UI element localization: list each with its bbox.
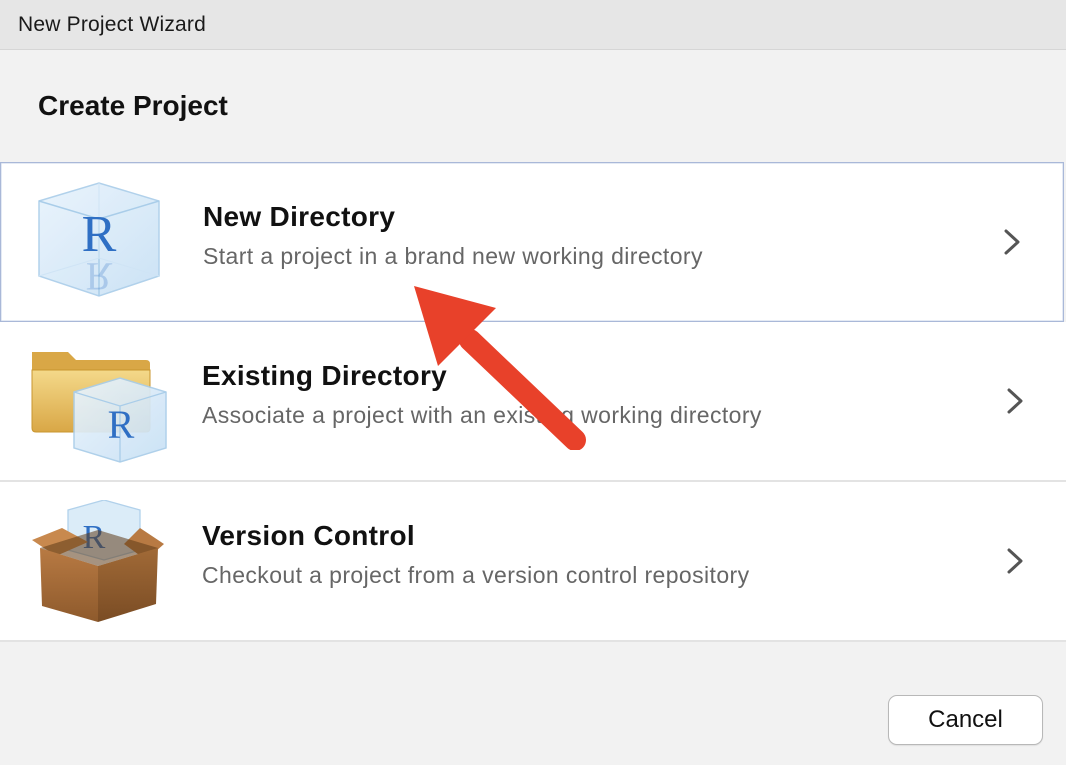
svg-text:R: R [86,254,113,299]
window-title: New Project Wizard [18,13,206,36]
option-existing-directory[interactable]: R Existing Directory Associate a project… [0,322,1066,482]
option-description: Checkout a project from a version contro… [202,562,750,588]
option-title: Existing Directory [202,360,448,391]
title-bar[interactable]: New Project Wizard [0,0,1066,50]
svg-text:R: R [108,402,135,447]
cancel-button[interactable]: Cancel [888,695,1043,745]
option-title: New Directory [203,201,396,232]
chevron-right-icon [1007,548,1023,574]
folder-r-cube-icon: R [31,352,167,463]
option-new-directory[interactable]: R R New Directory Start a project in a b… [0,162,1064,322]
chevron-right-icon [1007,388,1023,414]
r-cube-icon: R R [38,182,160,299]
option-title: Version Control [202,520,415,551]
new-project-wizard-window: New Project Wizard Create Project R R Ne… [0,0,1066,765]
project-options-list: R R New Directory Start a project in a b… [0,162,1066,642]
option-version-control[interactable]: R Version Control Checkout a project fro… [0,482,1066,642]
option-description: Start a project in a brand new working d… [203,243,703,269]
option-description: Associate a project with an existing wor… [202,402,762,428]
chevron-right-icon [1004,229,1020,255]
dialog-heading: Create Project [38,90,228,121]
box-r-cube-icon: R [32,500,164,622]
